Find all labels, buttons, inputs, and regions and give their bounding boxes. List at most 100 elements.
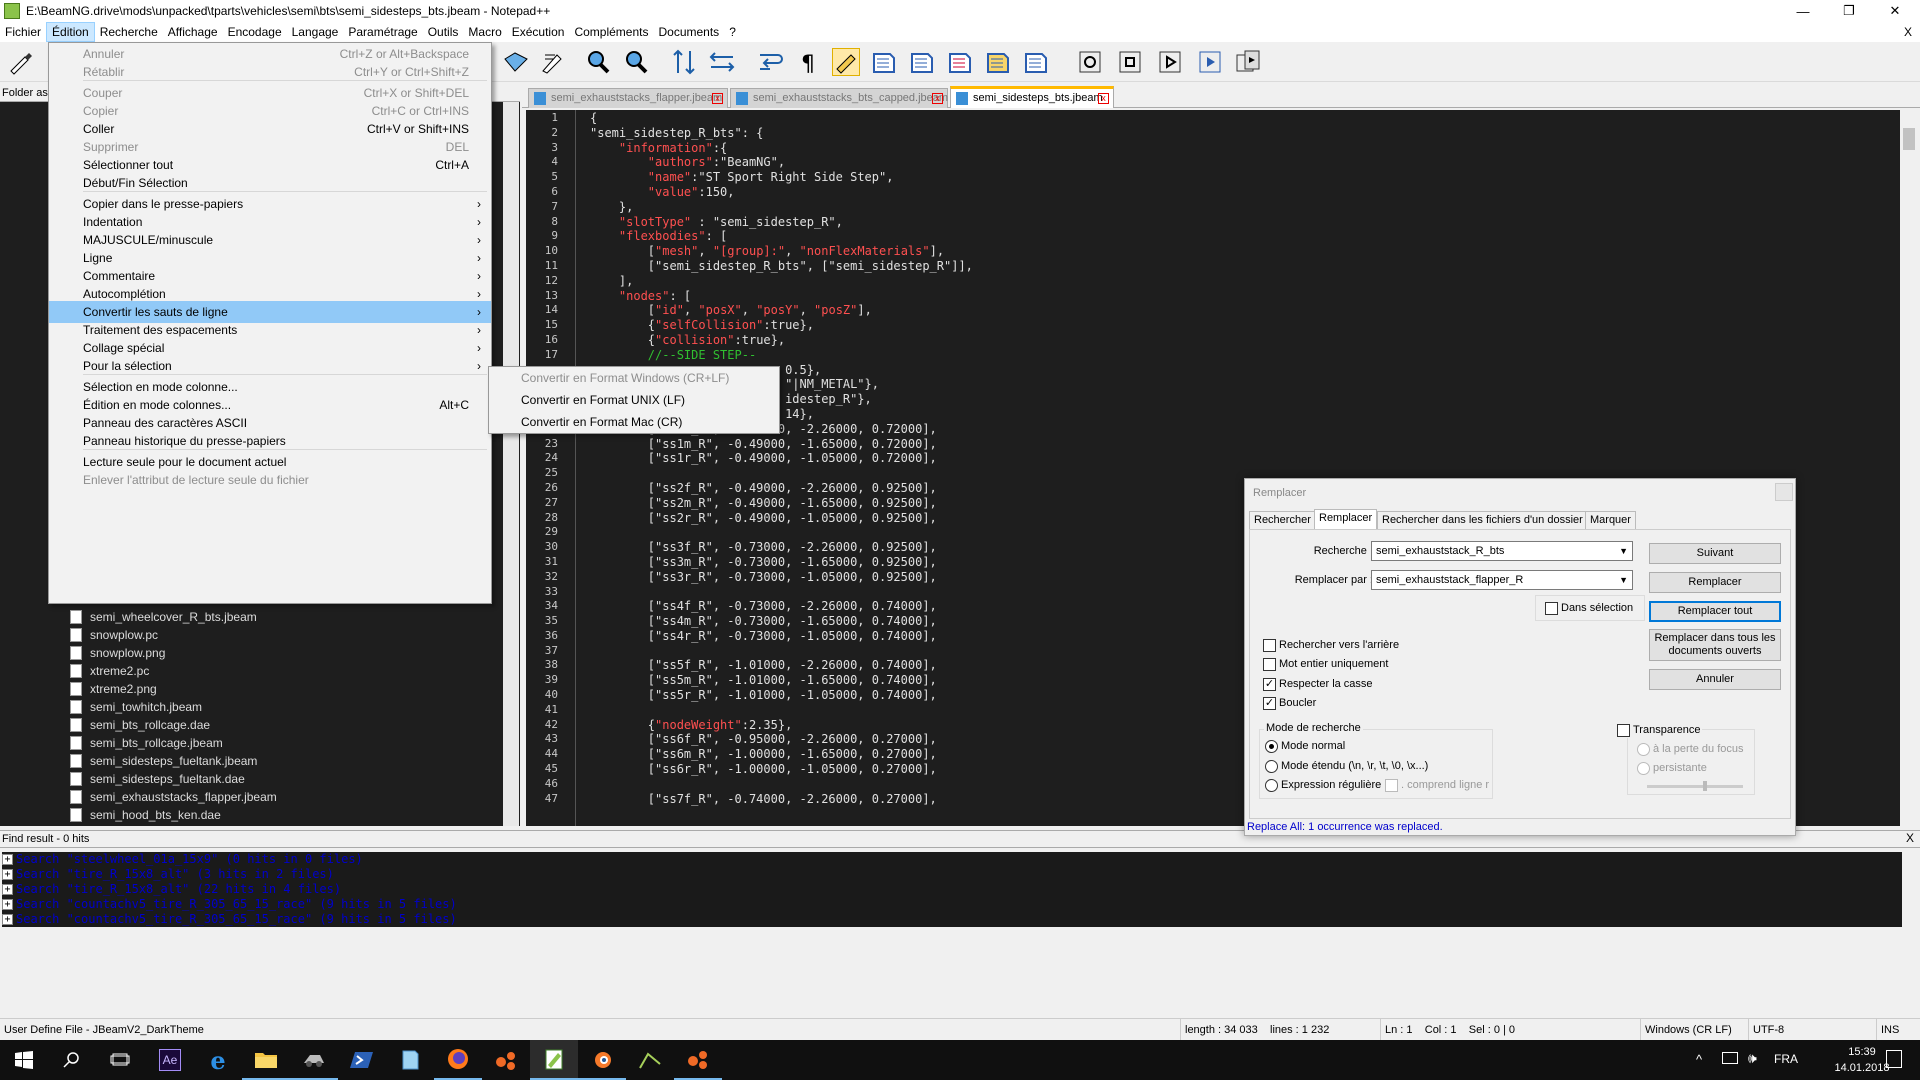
sync-horizontal-icon[interactable] [708, 48, 736, 76]
close-tab-icon[interactable]: x [932, 93, 943, 104]
macro-run-multiple-icon[interactable] [1196, 48, 1224, 76]
dialog-close-button[interactable] [1775, 483, 1793, 501]
macro-record-icon[interactable] [1076, 48, 1104, 76]
code-line[interactable]: { [590, 111, 1890, 126]
macro-play-icon[interactable] [1156, 48, 1184, 76]
code-line[interactable]: "nodes": [ [590, 289, 1890, 304]
code-line[interactable]: "slotType" : "semi_sidestep_R", [590, 215, 1890, 230]
minimize-button[interactable]: — [1780, 0, 1826, 22]
monitoring-icon[interactable] [1022, 48, 1050, 76]
code-line[interactable]: ["ss1m_R", -0.49000, -1.65000, 0.72000], [590, 437, 1890, 452]
menu-execution[interactable]: Exécution [507, 22, 570, 42]
udl-icon[interactable] [870, 48, 898, 76]
expand-icon[interactable]: + [2, 914, 13, 925]
code-line[interactable]: ["ss1r_R", -0.49000, -2.26000, 0.72000], [590, 422, 1890, 437]
tab-exhauststacks-bts-capped[interactable]: semi_exhauststacks_bts_capped.jbeam x [730, 88, 948, 108]
option-wrap-around-checkbox[interactable]: ✓ Boucler [1263, 695, 1316, 711]
expand-icon[interactable]: + [2, 884, 13, 895]
app-dots-icon[interactable] [482, 1040, 530, 1080]
mode-extended-radio[interactable]: Mode étendu (\n, \r, \t, \0, \x...) [1265, 758, 1428, 774]
app-graph-icon[interactable] [626, 1040, 674, 1080]
code-line[interactable]: "value":150, [590, 185, 1890, 200]
replace-input[interactable]: semi_exhauststack_flapper_R ▼ [1371, 570, 1633, 590]
macro-save-icon[interactable] [1234, 48, 1262, 76]
show-all-chars-icon[interactable]: ¶ [794, 48, 822, 76]
notepad-icon[interactable] [386, 1040, 434, 1080]
close-panel-icon[interactable]: X [1906, 831, 1914, 845]
code-line[interactable]: //--SIDE STEP-- [590, 348, 1890, 363]
code-line[interactable]: }, [590, 200, 1890, 215]
menu-fichier[interactable]: Fichier [0, 22, 46, 42]
transparency-slider[interactable] [1647, 781, 1743, 791]
code-line[interactable]: 14}, [590, 407, 1890, 422]
code-line[interactable]: ["mesh", "[group]:", "nonFlexMaterials"]… [590, 244, 1890, 259]
macro-stop-icon[interactable] [1116, 48, 1144, 76]
task-view-icon[interactable] [96, 1040, 144, 1080]
code-line[interactable]: "name":"ST Sport Right Side Step", [590, 170, 1890, 185]
zoom-icon[interactable] [502, 48, 530, 76]
menu-edition[interactable]: Édition [46, 22, 95, 42]
menu-complements[interactable]: Compléments [569, 22, 653, 42]
option-match-case-checkbox[interactable]: ✓ Respecter la casse [1263, 676, 1373, 692]
edit-menu-item[interactable]: Enlever l'attribut de lecture seule du f… [49, 469, 491, 491]
app-dots-2-icon[interactable] [674, 1040, 722, 1080]
code-line[interactable]: "flexbodies": [ [590, 229, 1890, 244]
find-result-line[interactable]: + Search "tire_R_15x8_alt" (3 hits in 2 f… [2, 867, 1902, 882]
tab-sidesteps-bts[interactable]: semi_sidesteps_bts.jbeam x [950, 86, 1114, 108]
network-icon[interactable] [1722, 1052, 1738, 1064]
file-tree-item[interactable]: semi_wheelcover_R_bts.jbeam [70, 608, 500, 626]
tab-remplacer[interactable]: Remplacer [1314, 509, 1378, 530]
volume-icon[interactable]: 🕪 [1748, 1050, 1757, 1067]
file-tree-item[interactable]: semi_bts_rollcage.jbeam [70, 734, 500, 752]
menu-parametrage[interactable]: Paramétrage [343, 22, 422, 42]
code-line[interactable]: ["id", "posX", "posY", "posZ"], [590, 303, 1890, 318]
notepadpp-taskbar-icon[interactable] [530, 1040, 578, 1080]
close-tab-icon[interactable]: x [1098, 93, 1109, 104]
maximize-button[interactable]: ❐ [1826, 0, 1872, 22]
code-line[interactable]: idestep_R"}, [590, 392, 1890, 407]
code-line[interactable]: ["semi_sidestep_R_bts", ["semi_sidestep_… [590, 259, 1890, 274]
menu-encodage[interactable]: Encodage [223, 22, 287, 42]
expand-icon[interactable]: + [2, 869, 13, 880]
code-line[interactable]: "authors":"BeamNG", [590, 155, 1890, 170]
dropdown-arrow-icon[interactable]: ▼ [1619, 571, 1628, 589]
file-tree-item[interactable]: semi_towhitch.jbeam [70, 698, 500, 716]
tray-chevron-icon[interactable]: ^ [1696, 1052, 1702, 1067]
notifications-icon[interactable] [1886, 1050, 1902, 1068]
option-whole-word-checkbox[interactable]: Mot entier uniquement [1263, 656, 1388, 672]
powershell-icon[interactable] [338, 1040, 386, 1080]
in-selection-checkbox[interactable]: Dans sélection [1545, 600, 1633, 616]
code-line[interactable]: "|NM_METAL"}, [590, 377, 1890, 392]
tab-rechercher[interactable]: Rechercher [1249, 511, 1316, 529]
find-result-line[interactable]: + Search "countachv5_tire_R_305_65_15_rac… [2, 912, 1902, 927]
word-wrap-icon[interactable] [756, 48, 784, 76]
replace-all-button[interactable]: Remplacer tout [1649, 601, 1781, 622]
beamng-icon[interactable] [290, 1040, 338, 1080]
function-list-icon[interactable] [946, 48, 974, 76]
transparency-on-lose-focus-radio[interactable]: à la perte du focus [1637, 741, 1744, 757]
menu-macro[interactable]: Macro [463, 22, 506, 42]
mode-regex-radio[interactable]: Expression régulière [1265, 777, 1381, 793]
code-line[interactable]: 0.5}, [590, 363, 1890, 378]
zoom-in-icon[interactable] [584, 48, 612, 76]
menu-affichage[interactable]: Affichage [163, 22, 223, 42]
menu-documents[interactable]: Documents [653, 22, 724, 42]
transparency-always-radio[interactable]: persistante [1637, 760, 1707, 776]
transparency-checkbox[interactable]: Transparence [1617, 722, 1703, 738]
code-line[interactable]: ["ss1r_R", -0.49000, -1.05000, 0.72000], [590, 451, 1890, 466]
file-tree-item[interactable]: xtreme2.png [70, 680, 500, 698]
indent-guide-icon[interactable] [832, 48, 860, 76]
search-icon[interactable] [48, 1040, 96, 1080]
cancel-button[interactable]: Annuler [1649, 669, 1781, 690]
find-next-button[interactable]: Suivant [1649, 543, 1781, 564]
sync-vertical-icon[interactable] [670, 48, 698, 76]
file-tree-item[interactable]: xtreme2.pc [70, 662, 500, 680]
sync-scroll-icon[interactable] [538, 48, 566, 76]
find-result-line[interactable]: + Search "steelwheel_01a_15x9" (0 hits in… [2, 852, 1902, 867]
close-tab-icon[interactable]: x [712, 93, 723, 104]
file-tree-item[interactable]: semi_bts_rollcage.dae [70, 716, 500, 734]
menu-help[interactable]: ? [724, 22, 741, 42]
file-tree-item[interactable]: semi_hood_bts_ken.dae [70, 806, 500, 824]
mode-normal-radio[interactable]: Mode normal [1265, 738, 1345, 754]
tab-find-in-files[interactable]: Rechercher dans les fichiers d'un dossie… [1377, 511, 1588, 529]
